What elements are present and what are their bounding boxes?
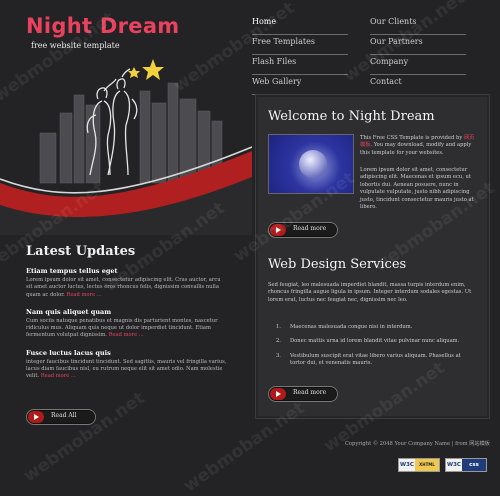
read-more-button[interactable]: Read more xyxy=(268,222,338,238)
list-item-text: Donec mattis urna id lorem blandit vitae… xyxy=(290,338,460,345)
update-item: Etiam tempus tellus eget Lorem ipsum dol… xyxy=(26,267,228,299)
play-icon xyxy=(270,388,286,400)
xhtml-label: XHTML 1.0 xyxy=(415,459,439,479)
list-item: 1. Maecenas malesuada congue nisi in inte… xyxy=(276,324,413,330)
update-item: Nam quis aliquet quam Cum sociis natoque… xyxy=(26,308,228,340)
read-more-label: Read more xyxy=(293,389,327,396)
update-body: Lorem ipsum dolor sit amet, consectetur … xyxy=(26,277,228,299)
nav-web-gallery[interactable]: Web Gallery xyxy=(252,74,348,95)
watermark-text: webmoban.net xyxy=(20,388,149,487)
intro-paragraph: Lorem ipsum dolor sit amet, consectetur … xyxy=(360,167,474,211)
update-text: Lorem ipsum dolor sit amet, consectetur … xyxy=(26,277,221,298)
w3c-logo: W3C xyxy=(447,462,461,468)
read-more-link[interactable]: Read more ... xyxy=(41,373,76,379)
sidebar-title: Latest Updates xyxy=(26,244,136,259)
site-tagline: free website template xyxy=(31,41,120,50)
css-label: css xyxy=(462,459,486,471)
nav-home[interactable]: Home xyxy=(252,14,348,35)
read-all-label: Read All xyxy=(51,412,77,419)
footer-site-link[interactable]: 网站模板 xyxy=(469,441,490,447)
intro-pre: This Free CSS Template is provided by xyxy=(360,135,463,141)
update-title: Fusce luctus lacus quis xyxy=(26,348,111,357)
css-valid-badge[interactable]: W3C css xyxy=(445,458,487,472)
nav-our-clients[interactable]: Our Clients xyxy=(370,14,466,35)
w3c-logo: W3C xyxy=(400,462,414,468)
footer: Copyright © 2048 Your Company Name | fro… xyxy=(300,440,490,447)
update-title: Etiam tempus tellus eget xyxy=(26,267,118,275)
read-more-button[interactable]: Read more xyxy=(268,386,338,402)
intro-text: This Free CSS Template is provided by 网页… xyxy=(360,135,478,157)
play-icon xyxy=(270,224,286,236)
read-more-label: Read more xyxy=(293,225,327,232)
site-logo[interactable]: Night Dream xyxy=(26,14,180,38)
xhtml-valid-badge[interactable]: W3C XHTML 1.0 xyxy=(398,458,440,479)
update-title: Nam quis aliquet quam xyxy=(26,307,112,316)
main-content: Welcome to Night Dream This Free CSS Tem… xyxy=(255,94,490,419)
read-all-button[interactable]: Read All xyxy=(26,409,96,425)
list-item-text: Maecenas malesuada congue nisi in interd… xyxy=(290,324,413,330)
play-icon xyxy=(28,411,44,423)
ornament-image xyxy=(299,150,327,178)
read-more-link[interactable]: Read more ... xyxy=(109,332,144,338)
footer-from: from xyxy=(455,441,468,447)
services-title: Web Design Services xyxy=(268,257,407,272)
welcome-title: Welcome to Night Dream xyxy=(268,109,435,124)
welcome-image xyxy=(268,134,354,194)
nav-contact[interactable]: Contact xyxy=(370,74,466,95)
sidebar-latest-updates: Latest Updates Etiam tempus tellus eget … xyxy=(26,244,228,390)
intro-post: . You may download, modify and apply thi… xyxy=(360,142,472,156)
update-body: integer faucibus tincidunt tincidunt. Se… xyxy=(26,359,228,381)
nav-flash-files[interactable]: Flash Files xyxy=(252,54,348,75)
list-item: 2. Donec mattis urna id lorem blandit vit… xyxy=(276,338,460,345)
update-body: Cum sociis natoque penatibus et magnis d… xyxy=(26,318,228,340)
services-intro: Sed feugiat, leo malesuada imperdiet bla… xyxy=(268,282,472,303)
nav-our-partners[interactable]: Our Partners xyxy=(370,34,466,55)
footer-copyright: Copyright © 2048 xyxy=(344,441,393,447)
list-item: 3. Vestibulum suscipit erat vitae libero … xyxy=(276,352,461,367)
hero-illustration xyxy=(0,59,252,235)
nav-company[interactable]: Company xyxy=(370,54,466,75)
nav-free-templates[interactable]: Free Templates xyxy=(252,34,348,55)
list-item-text: Vestibulum suscipit erat vitae libero va… xyxy=(290,352,461,367)
services-list: 1. Maecenas malesuada congue nisi in inte… xyxy=(276,324,476,375)
update-item: Fusce luctus lacus quis integer faucibus… xyxy=(26,349,228,381)
page: Night Dream free website template Home O… xyxy=(0,0,500,496)
footer-separator: | xyxy=(451,441,454,447)
footer-company-link[interactable]: Your Company Name xyxy=(395,441,451,447)
read-more-link[interactable]: Read more ... xyxy=(66,292,101,298)
